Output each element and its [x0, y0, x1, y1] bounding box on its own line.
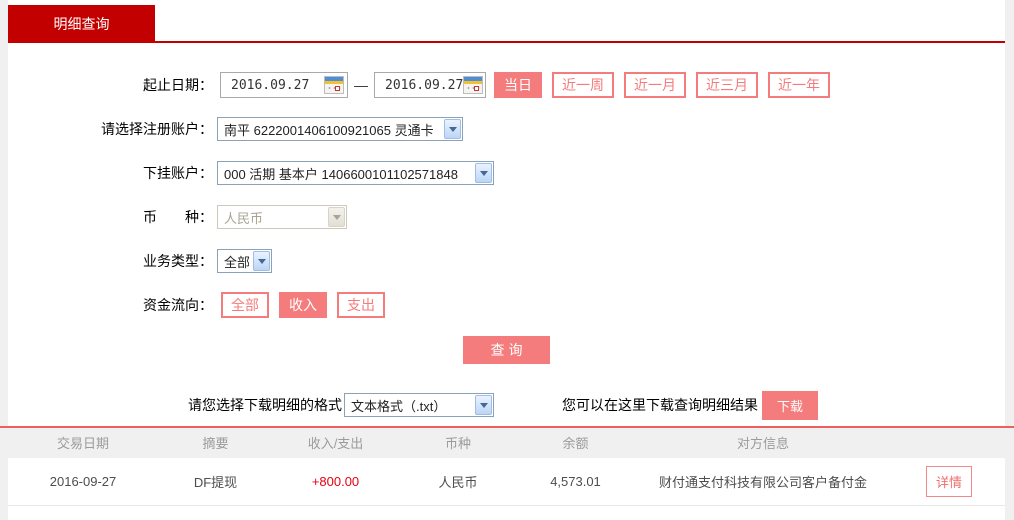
- end-date-value: 2016.09.27: [385, 77, 464, 93]
- business-type-row: 业务类型： 全部: [8, 248, 1005, 274]
- detail-query-panel: 明细查询 起止日期： 2016.09.27 — 2016.09.27 当日 近一…: [0, 0, 1014, 520]
- tab-detail-query[interactable]: 明细查询: [8, 5, 155, 43]
- table-header-row: 交易日期 摘要 收入/支出 币种 余额 对方信息: [8, 426, 1005, 458]
- header-currency: 币种: [444, 435, 471, 451]
- business-type-select[interactable]: 全部: [217, 249, 272, 273]
- calendar-icon[interactable]: [463, 76, 484, 94]
- date-range-separator: —: [354, 77, 368, 93]
- cell-amount: +800.00: [311, 474, 360, 489]
- registered-account-value: 南平 6222001406100921065 灵通卡: [224, 122, 434, 138]
- sub-account-row: 下挂账户： 000 活期 基本户 1406600101102571848: [8, 160, 1005, 186]
- tab-bar: 明细查询: [8, 0, 1005, 43]
- quick-range-month-button[interactable]: 近一月: [624, 72, 686, 98]
- business-type-value: 全部: [224, 254, 249, 270]
- cell-trade-date: 2016-09-27: [49, 474, 117, 489]
- cell-counterparty: 财付通支付科技有限公司客户备付金: [658, 475, 867, 490]
- direction-all-button[interactable]: 全部: [221, 292, 269, 318]
- currency-row: 币 种： 人民币: [8, 204, 1005, 230]
- direction-income-button[interactable]: 收入: [279, 292, 327, 318]
- download-format-value: 文本格式（.txt）: [351, 398, 447, 414]
- sub-account-label: 下挂账户：: [143, 165, 213, 181]
- quick-range-week-button[interactable]: 近一周: [552, 72, 614, 98]
- cell-currency: 人民币: [438, 475, 478, 490]
- chevron-down-icon[interactable]: [444, 119, 461, 139]
- sub-account-select[interactable]: 000 活期 基本户 1406600101102571848: [217, 161, 494, 185]
- header-income-expense: 收入/支出: [307, 435, 364, 451]
- table-row: 2016-09-27 DF提现 +800.00 人民币 4,573.01 财付通…: [8, 458, 1005, 506]
- registered-account-label: 请选择注册账户：: [101, 121, 213, 137]
- quick-range-today-button[interactable]: 当日: [494, 72, 542, 98]
- download-button[interactable]: 下载: [762, 390, 819, 420]
- end-date-input[interactable]: 2016.09.27: [374, 72, 486, 98]
- header-counterparty: 对方信息: [736, 435, 789, 451]
- chevron-down-icon[interactable]: [475, 395, 492, 415]
- currency-value: 人民币: [224, 210, 264, 226]
- start-date-value: 2016.09.27: [231, 77, 310, 93]
- header-balance: 余额: [562, 435, 589, 451]
- fund-direction-label: 资金流向：: [143, 297, 213, 313]
- registered-account-row: 请选择注册账户： 南平 6222001406100921065 灵通卡: [8, 116, 1005, 142]
- query-button[interactable]: 查询: [463, 336, 550, 364]
- calendar-icon[interactable]: [324, 76, 344, 94]
- detail-button[interactable]: 详情: [925, 466, 972, 497]
- download-format-select[interactable]: 文本格式（.txt）: [344, 393, 494, 417]
- chevron-down-icon[interactable]: [475, 163, 492, 183]
- download-row: 请您选择下载明细的格式 文本格式（.txt） 您可以在这里下载查询明细结果 下载: [188, 390, 1005, 420]
- table-top-divider: [0, 426, 1014, 428]
- download-hint: 您可以在这里下载查询明细结果: [562, 397, 758, 413]
- chevron-down-icon[interactable]: [253, 251, 270, 271]
- registered-account-select[interactable]: 南平 6222001406100921065 灵通卡: [217, 117, 463, 141]
- quick-range-quarter-button[interactable]: 近三月: [696, 72, 758, 98]
- fund-direction-row: 资金流向： 全部 收入 支出: [8, 292, 1005, 318]
- sub-account-value: 000 活期 基本户 1406600101102571848: [224, 166, 458, 182]
- header-summary: 摘要: [202, 435, 229, 451]
- start-date-input[interactable]: 2016.09.27: [220, 72, 348, 98]
- cell-summary: DF提现: [193, 475, 238, 490]
- chevron-down-icon: [328, 207, 345, 227]
- date-range-row: 起止日期： 2016.09.27 — 2016.09.27 当日 近一周 近一月…: [8, 72, 1005, 98]
- date-range-label: 起止日期：: [143, 77, 213, 93]
- direction-expense-button[interactable]: 支出: [337, 292, 385, 318]
- currency-label: 币 种：: [143, 209, 213, 225]
- quick-range-year-button[interactable]: 近一年: [768, 72, 830, 98]
- currency-select: 人民币: [217, 205, 347, 229]
- download-format-label: 请您选择下载明细的格式: [188, 397, 342, 413]
- query-form: 起止日期： 2016.09.27 — 2016.09.27 当日 近一周 近一月…: [8, 43, 1005, 420]
- result-table: 交易日期 摘要 收入/支出 币种 余额 对方信息 2016-09-27 DF提现…: [0, 426, 1014, 506]
- header-trade-date: 交易日期: [56, 435, 109, 451]
- business-type-label: 业务类型：: [143, 253, 213, 269]
- cell-balance: 4,573.01: [550, 474, 601, 489]
